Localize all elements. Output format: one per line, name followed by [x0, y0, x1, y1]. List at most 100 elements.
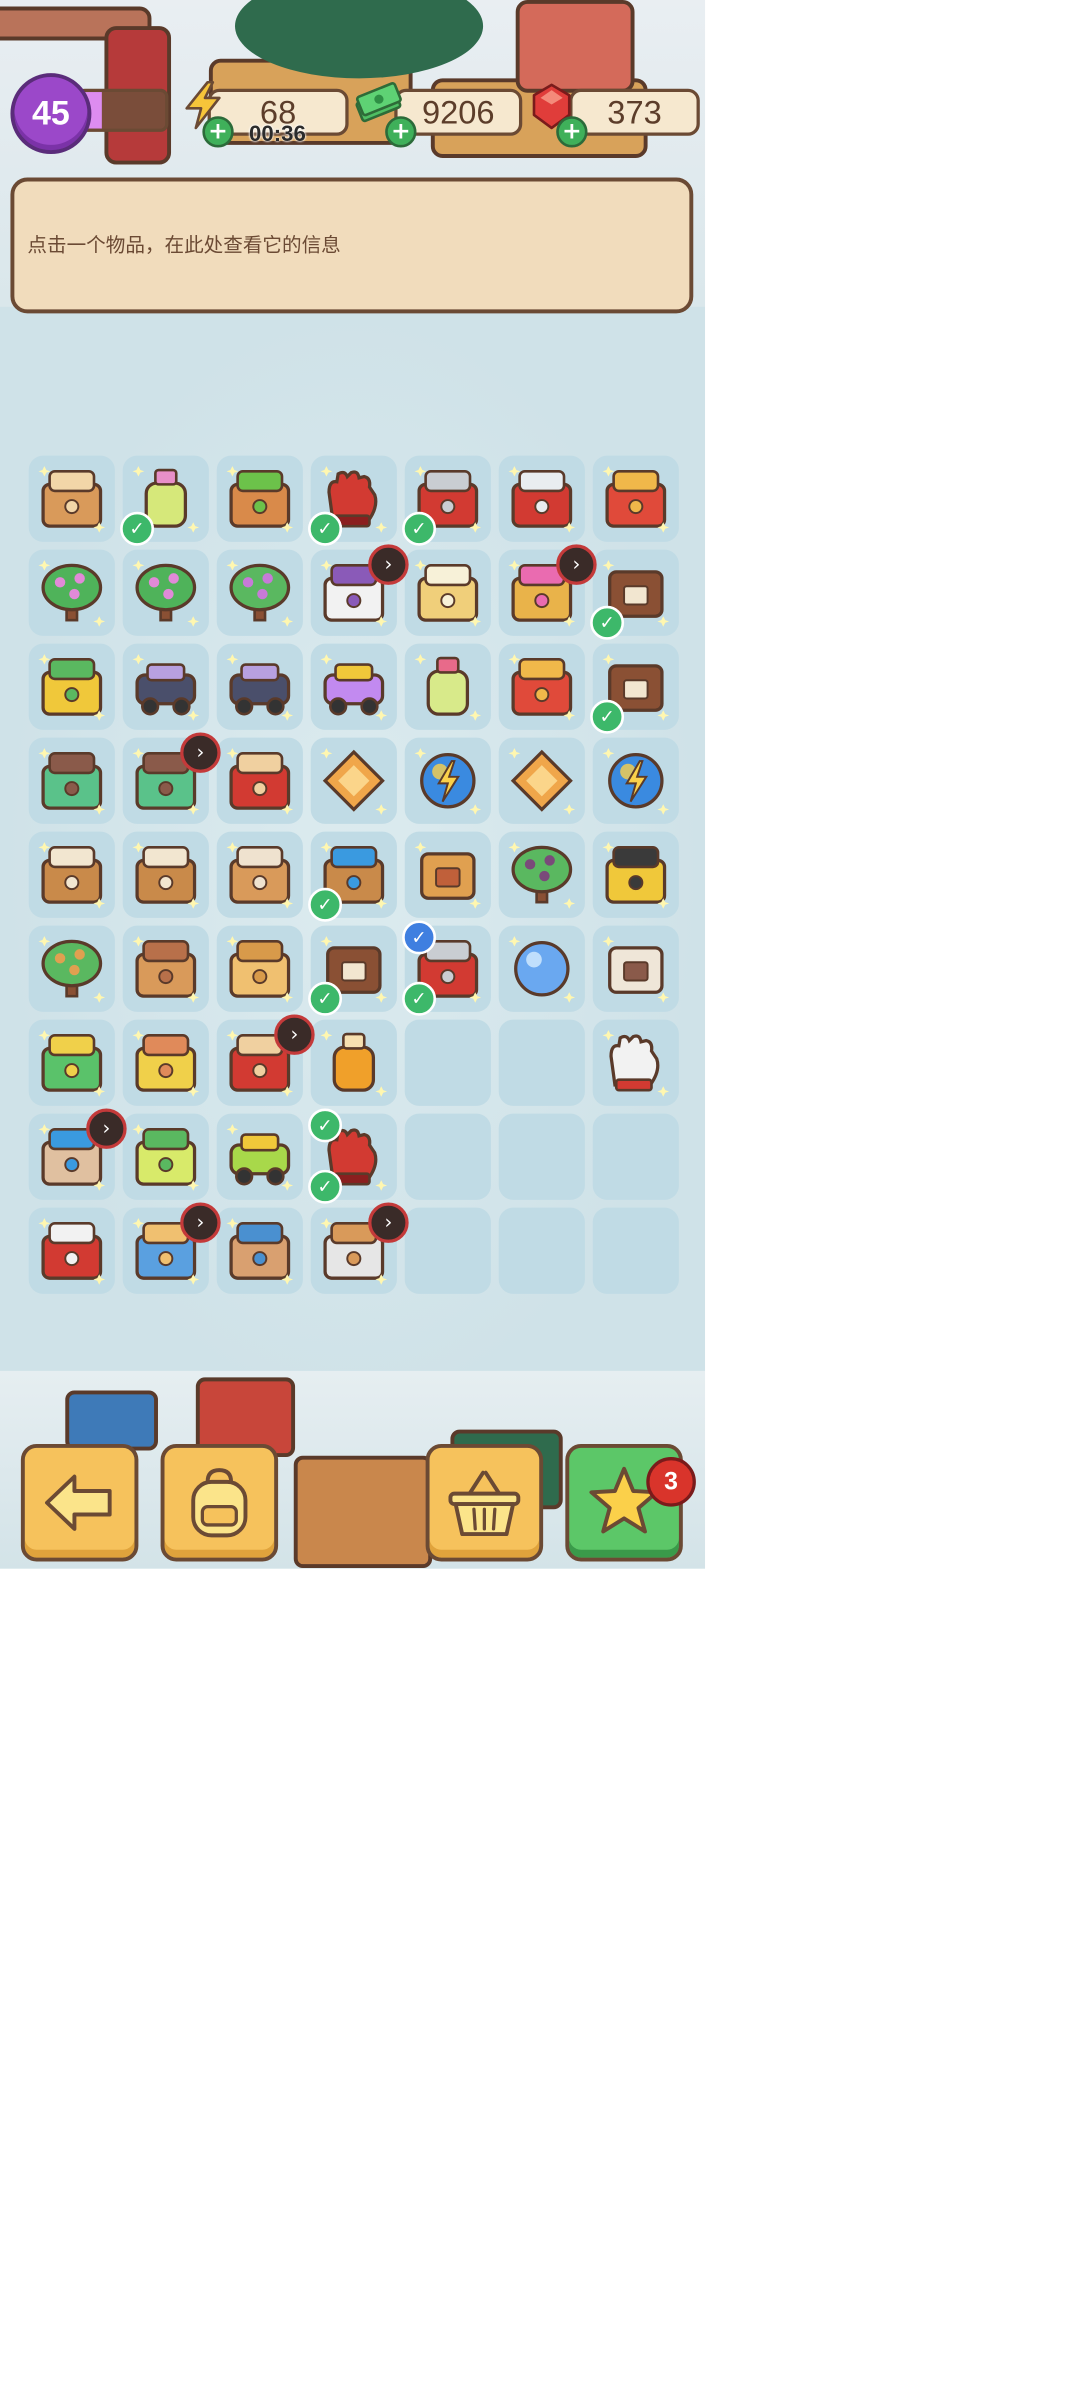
wooden-crate-icon[interactable]	[34, 837, 110, 913]
potted-plant-icon[interactable]	[34, 931, 110, 1007]
barrier-icon[interactable]	[598, 837, 674, 913]
item-info-text: 点击一个物品，在此处查看它的信息	[27, 233, 341, 257]
first-aid-kit-icon[interactable]	[34, 743, 110, 819]
bread-icon[interactable]	[222, 931, 298, 1007]
grid-cell[interactable]	[216, 831, 303, 918]
box-items-icon[interactable]	[34, 461, 110, 537]
grid-cell[interactable]	[498, 643, 585, 730]
grid-cell[interactable]	[28, 831, 115, 918]
grid-cell[interactable]	[404, 831, 491, 918]
level-value: 45	[32, 94, 70, 133]
red-toolbox-icon[interactable]	[222, 743, 298, 819]
grid-cell[interactable]	[592, 1113, 679, 1200]
yellow-flower-pot-icon[interactable]	[128, 1025, 204, 1101]
amber-tile-icon[interactable]	[316, 743, 392, 819]
red-chest-icon[interactable]	[34, 1213, 110, 1289]
grid-cell[interactable]	[28, 643, 115, 730]
jeep-icon[interactable]	[128, 649, 204, 725]
spray-bottle-icon[interactable]	[410, 649, 486, 725]
grid-cell[interactable]	[592, 1207, 679, 1294]
green-cart-icon[interactable]	[222, 1119, 298, 1195]
flower-bush-icon[interactable]	[222, 555, 298, 631]
grid-cell[interactable]	[498, 1113, 585, 1200]
grid-cell[interactable]	[122, 831, 209, 918]
seedling-pot-icon[interactable]	[222, 461, 298, 537]
grid-cell[interactable]	[122, 643, 209, 730]
grid-cell[interactable]	[28, 455, 115, 542]
saw-blade-icon[interactable]	[504, 461, 580, 537]
grid-cell[interactable]	[122, 925, 209, 1012]
white-glove-icon[interactable]	[598, 1025, 674, 1101]
grid-cell[interactable]	[404, 549, 491, 636]
grid-cell[interactable]	[28, 1207, 115, 1294]
grid-cell[interactable]	[216, 737, 303, 824]
checkmark-badge-icon: ✓	[308, 1108, 343, 1143]
grid-cell[interactable]	[498, 925, 585, 1012]
grid-cell[interactable]	[216, 1207, 303, 1294]
grid-cell[interactable]	[216, 925, 303, 1012]
safe-box-icon[interactable]	[222, 1213, 298, 1289]
bonsai-icon[interactable]	[504, 837, 580, 913]
flower-tree-icon[interactable]	[34, 555, 110, 631]
grid-cell[interactable]	[404, 643, 491, 730]
backpack-button[interactable]	[160, 1443, 279, 1562]
grid-cell[interactable]	[498, 1207, 585, 1294]
clay-pot-crate-icon[interactable]	[222, 837, 298, 913]
grid-cell[interactable]	[498, 831, 585, 918]
grid-cell[interactable]	[498, 455, 585, 542]
grid-cell[interactable]	[592, 455, 679, 542]
grid-cell[interactable]	[216, 643, 303, 730]
basket-button[interactable]	[425, 1443, 544, 1562]
grid-cell[interactable]	[310, 1019, 397, 1106]
checkmark-badge-icon: ✓	[402, 981, 437, 1016]
grid-cell[interactable]	[122, 1019, 209, 1106]
grid-cell[interactable]	[404, 1113, 491, 1200]
grid-cell[interactable]	[28, 737, 115, 824]
helicopter-icon[interactable]	[316, 649, 392, 725]
bucket-icon[interactable]	[34, 649, 110, 725]
honey-jar-icon[interactable]	[316, 1025, 392, 1101]
grid-cell[interactable]	[216, 1113, 303, 1200]
dragon-statue-icon[interactable]	[504, 649, 580, 725]
gem-counter[interactable]: 373	[569, 88, 700, 136]
grid-cell[interactable]	[404, 1207, 491, 1294]
level-badge[interactable]: 45	[10, 73, 92, 155]
energy-orb-icon[interactable]	[598, 743, 674, 819]
next-level-badge-icon: ›	[180, 1202, 221, 1243]
dragon-statue-icon[interactable]	[598, 461, 674, 537]
seed-packet-icon[interactable]	[598, 931, 674, 1007]
grid-cell[interactable]	[28, 549, 115, 636]
amber-tile-icon[interactable]	[504, 743, 580, 819]
wooden-planks-icon[interactable]	[128, 931, 204, 1007]
back-button[interactable]	[20, 1443, 139, 1562]
flower-tree-icon[interactable]	[128, 555, 204, 631]
grid-cell[interactable]	[498, 1019, 585, 1106]
grid-cell[interactable]	[404, 1019, 491, 1106]
add-gems-button[interactable]: +	[556, 116, 588, 148]
green-chest-icon[interactable]	[34, 1025, 110, 1101]
grid-cell[interactable]	[592, 925, 679, 1012]
checkmark-badge-icon: ✓	[308, 887, 343, 922]
blue-bead-icon[interactable]	[504, 931, 580, 1007]
grid-cell[interactable]	[28, 1019, 115, 1106]
grid-cell[interactable]	[592, 737, 679, 824]
grid-cell[interactable]	[122, 549, 209, 636]
jeep-icon[interactable]	[222, 649, 298, 725]
energy-orb-icon[interactable]	[410, 743, 486, 819]
grid-cell[interactable]	[122, 1113, 209, 1200]
grid-cell[interactable]	[592, 1019, 679, 1106]
lamp-box-icon[interactable]	[410, 555, 486, 631]
wooden-crate-icon[interactable]	[128, 837, 204, 913]
brown-wallet-icon[interactable]	[410, 837, 486, 913]
grid-cell[interactable]	[498, 737, 585, 824]
add-energy-button[interactable]: +	[202, 116, 234, 148]
grid-cell[interactable]	[28, 925, 115, 1012]
grid-cell[interactable]	[310, 643, 397, 730]
green-machine-icon[interactable]	[128, 1119, 204, 1195]
grid-cell[interactable]	[592, 831, 679, 918]
grid-cell[interactable]	[216, 455, 303, 542]
add-cash-button[interactable]: +	[385, 116, 417, 148]
grid-cell[interactable]	[310, 737, 397, 824]
grid-cell[interactable]	[404, 737, 491, 824]
grid-cell[interactable]	[216, 549, 303, 636]
